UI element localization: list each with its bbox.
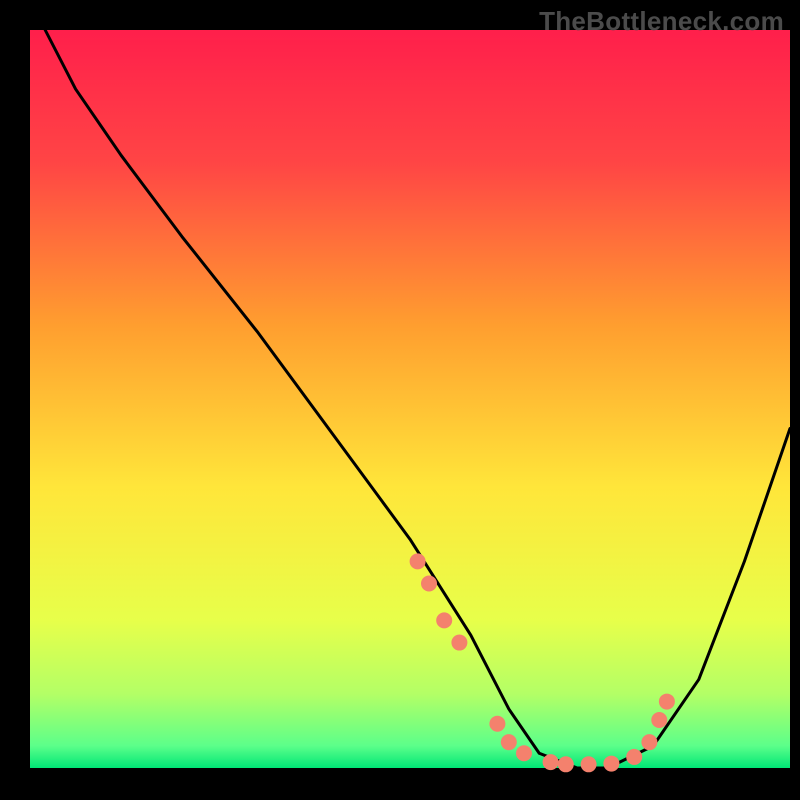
marker-dot xyxy=(501,734,517,750)
marker-dot xyxy=(410,553,426,569)
marker-dot xyxy=(651,712,667,728)
marker-dot xyxy=(641,734,657,750)
gradient-background xyxy=(30,30,790,768)
marker-dot xyxy=(451,635,467,651)
marker-dot xyxy=(603,756,619,772)
marker-dot xyxy=(626,749,642,765)
marker-dot xyxy=(543,754,559,770)
marker-dot xyxy=(436,612,452,628)
marker-dot xyxy=(581,756,597,772)
marker-dot xyxy=(659,694,675,710)
bottleneck-chart xyxy=(0,0,800,800)
watermark-text: TheBottleneck.com xyxy=(539,6,784,37)
marker-dot xyxy=(489,716,505,732)
marker-dot xyxy=(421,576,437,592)
marker-dot xyxy=(558,756,574,772)
marker-dot xyxy=(516,745,532,761)
chart-container: TheBottleneck.com xyxy=(0,0,800,800)
